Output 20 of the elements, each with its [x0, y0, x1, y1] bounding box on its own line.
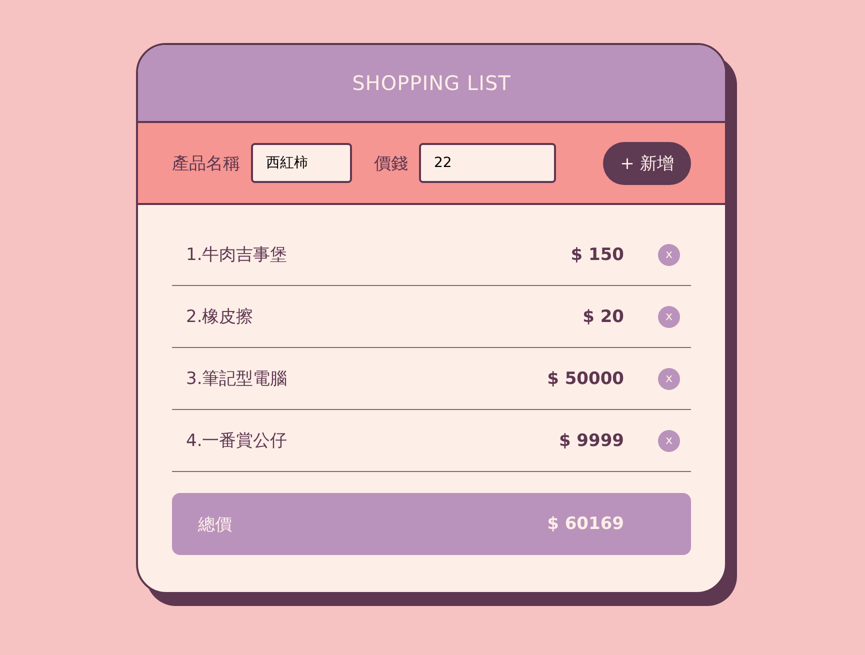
card-title: SHOPPING LIST — [352, 71, 511, 95]
item-price: $ 50000 — [547, 368, 624, 388]
add-button[interactable]: + 新增 — [603, 142, 691, 184]
delete-button[interactable]: x — [658, 430, 680, 452]
product-name-label: 產品名稱 — [172, 152, 240, 174]
item-name: 4.一番賞公仔 — [186, 430, 288, 452]
item-price: $ 20 — [582, 306, 624, 326]
item-price: $ 9999 — [558, 430, 624, 450]
item-name: 1.牛肉吉事堡 — [186, 244, 288, 266]
item-name: 3.筆記型電腦 — [186, 368, 288, 390]
price-label: 價錢 — [374, 152, 408, 174]
price-field[interactable]: 22 — [419, 143, 556, 183]
delete-button[interactable]: x — [658, 244, 680, 266]
delete-button[interactable]: x — [658, 368, 680, 390]
delete-button[interactable]: x — [658, 306, 680, 328]
item-price: $ 150 — [570, 244, 624, 264]
product-name-field[interactable]: 西紅柿 — [251, 143, 352, 183]
total-label: 總價 — [198, 514, 232, 536]
total-value: $ 60169 — [547, 514, 624, 534]
item-name: 2.橡皮擦 — [186, 306, 254, 328]
